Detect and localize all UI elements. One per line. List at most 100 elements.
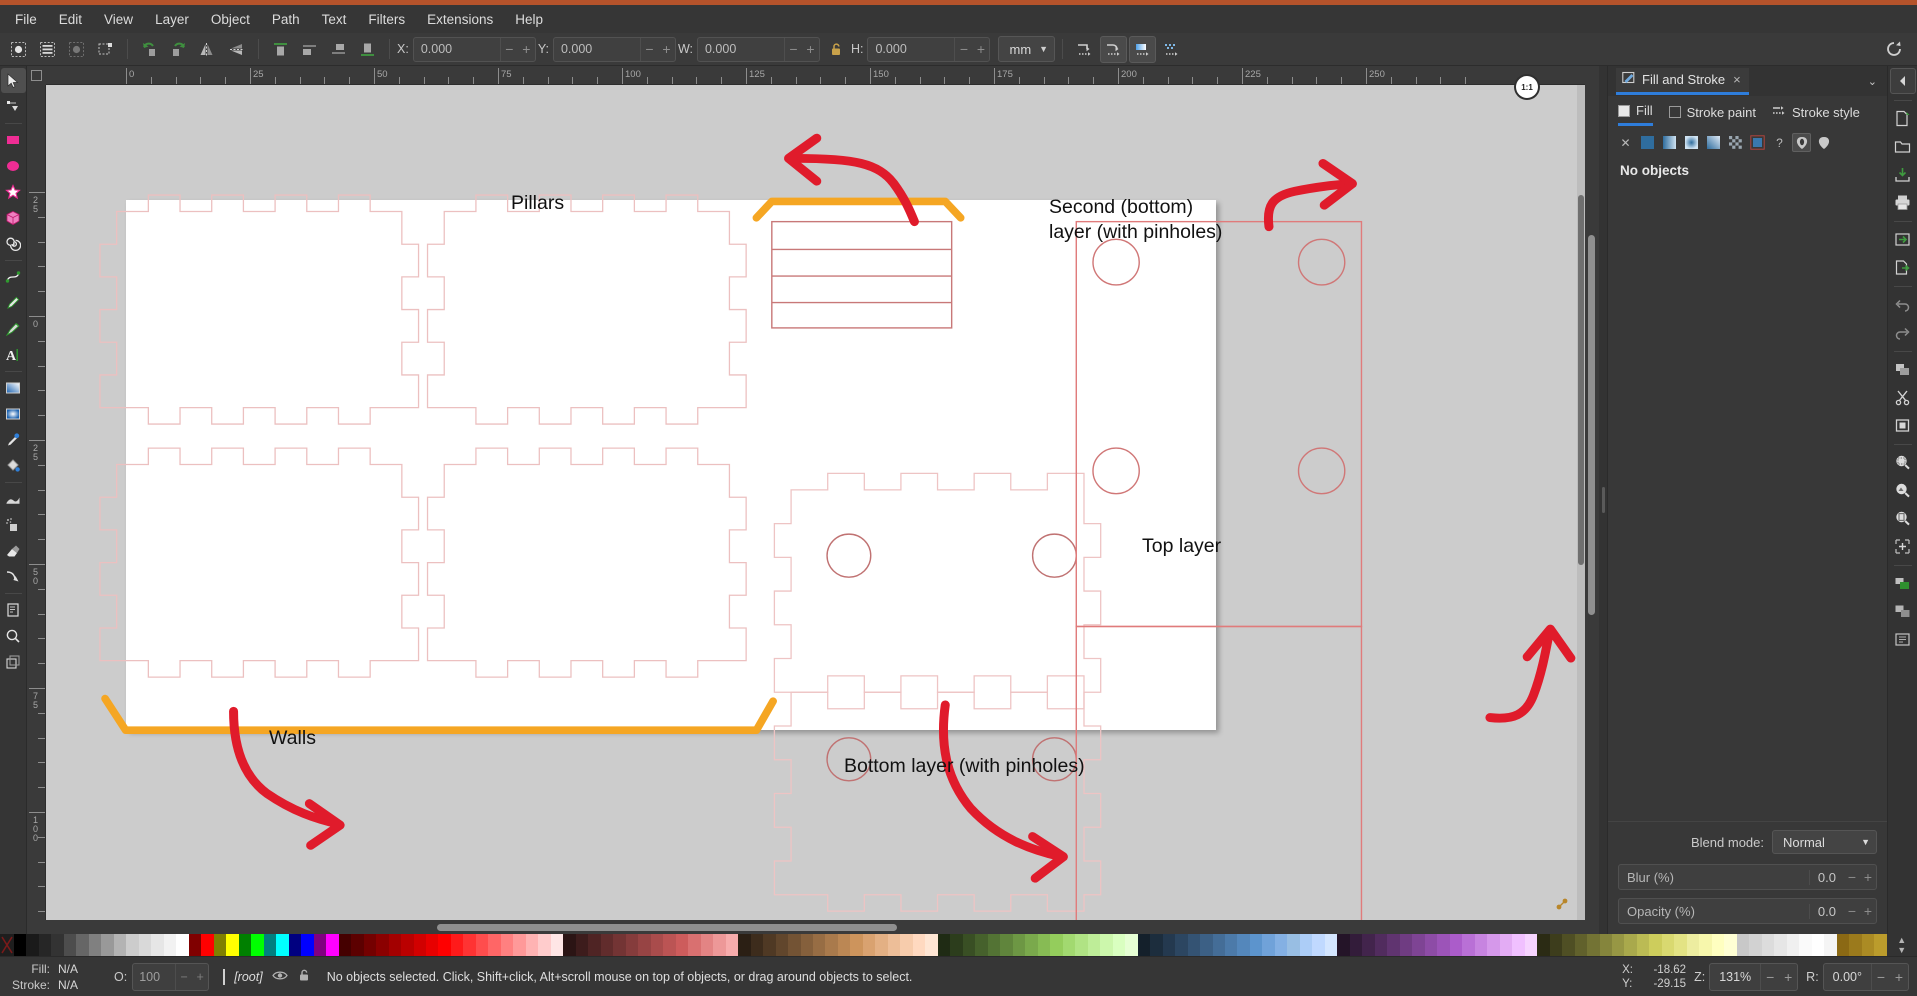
palette-swatch[interactable] <box>588 934 601 956</box>
palette-swatch[interactable] <box>1312 934 1325 956</box>
pages-tool[interactable] <box>1 597 26 622</box>
duplicate-icon[interactable] <box>1890 533 1916 559</box>
palette-swatch[interactable] <box>1399 934 1413 956</box>
h-plus[interactable]: + <box>972 38 989 61</box>
palette-swatch[interactable] <box>1786 934 1800 956</box>
palette-swatch[interactable] <box>1200 934 1213 956</box>
palette-swatch[interactable] <box>1612 934 1625 956</box>
palette-swatch[interactable] <box>613 934 626 956</box>
y-value[interactable]: 0.000 <box>554 42 640 56</box>
blur-slider[interactable]: Blur (%) 0.0 − + <box>1618 864 1877 890</box>
lock-open-icon[interactable] <box>297 968 311 985</box>
x-value[interactable]: 0.000 <box>414 42 500 56</box>
x-stepper[interactable]: − + <box>499 37 535 61</box>
palette-swatch[interactable] <box>1512 934 1525 956</box>
save-document-icon[interactable] <box>1890 161 1916 187</box>
blur-value[interactable]: 0.0 <box>1808 869 1844 885</box>
palette-swatch[interactable] <box>700 934 714 956</box>
palette-swatch[interactable] <box>1087 934 1101 956</box>
palette-swatch[interactable] <box>1874 934 1887 956</box>
palette-swatch[interactable] <box>1100 934 1113 956</box>
selector-tool[interactable] <box>0 68 26 93</box>
w-stepper[interactable]: − + <box>783 37 819 61</box>
blend-mode-select[interactable]: Normal ▼ <box>1772 830 1877 854</box>
zoom-page-icon[interactable] <box>1890 505 1916 531</box>
affect-patterns-icon[interactable] <box>1158 36 1185 63</box>
palette-swatch[interactable] <box>912 934 926 956</box>
lock-open-icon[interactable] <box>823 36 850 63</box>
palette-swatch[interactable] <box>176 934 189 956</box>
palette-swatch[interactable] <box>663 934 676 956</box>
x-plus[interactable]: + <box>518 38 535 61</box>
palette-scroll-buttons[interactable]: ▲ ▼ <box>1886 934 1917 956</box>
palette-swatch[interactable] <box>1262 934 1275 956</box>
palette-swatch[interactable] <box>1487 934 1500 956</box>
copy-icon[interactable] <box>1890 356 1916 382</box>
dropper-tool[interactable] <box>1 427 26 452</box>
palette-swatch[interactable] <box>1337 934 1350 956</box>
palette-swatch[interactable] <box>76 934 89 956</box>
calligraphy-tool[interactable] <box>1 316 26 341</box>
palette-swatch[interactable] <box>1636 934 1650 956</box>
y-minus[interactable]: − <box>641 38 658 61</box>
palette-swatch[interactable] <box>1274 934 1288 956</box>
palette-swatch[interactable] <box>138 934 152 956</box>
palette-swatch[interactable] <box>1711 934 1725 956</box>
palette-swatch[interactable] <box>1587 934 1600 956</box>
vertical-scrollbar[interactable] <box>1585 85 1599 920</box>
palette-swatch[interactable] <box>1849 934 1862 956</box>
palette-swatch[interactable] <box>413 934 426 956</box>
palette-swatch[interactable] <box>126 934 139 956</box>
select-all-in-layers-icon[interactable] <box>34 36 61 63</box>
menu-view[interactable]: View <box>93 8 144 31</box>
palette-swatch[interactable] <box>1349 934 1363 956</box>
y-spinbox[interactable]: 0.000 − + <box>552 36 676 62</box>
palette-swatch[interactable] <box>163 934 177 956</box>
palette-swatch[interactable] <box>1212 934 1225 956</box>
opacity-stepper[interactable]: − + <box>1844 903 1876 919</box>
palette-swatch[interactable] <box>1562 934 1575 956</box>
palette-swatch[interactable] <box>1761 934 1775 956</box>
palette-swatch[interactable] <box>338 934 352 956</box>
palette-swatch[interactable] <box>887 934 901 956</box>
palette-swatch[interactable] <box>1861 934 1875 956</box>
palette-swatch[interactable] <box>987 934 1001 956</box>
palette-swatch[interactable] <box>1724 934 1737 956</box>
swatch-icon[interactable] <box>1748 133 1767 152</box>
palette-swatch[interactable] <box>363 934 377 956</box>
zoom-selection-icon[interactable] <box>1890 449 1916 475</box>
palette-swatch[interactable] <box>638 934 651 956</box>
unknown-paint-icon[interactable]: ? <box>1770 133 1789 152</box>
palette-swatch[interactable] <box>1799 934 1812 956</box>
palette-swatch[interactable] <box>713 934 726 956</box>
raise-to-top-icon[interactable] <box>267 36 294 63</box>
tweak-tool[interactable] <box>1 486 26 511</box>
redo-icon[interactable] <box>1890 319 1916 345</box>
palette-swatch[interactable] <box>238 934 252 956</box>
close-icon[interactable]: × <box>1733 72 1741 87</box>
palette-swatch[interactable] <box>1162 934 1176 956</box>
mesh-tool[interactable] <box>1 401 26 426</box>
palette-swatch[interactable] <box>538 934 551 956</box>
rotation-stepper[interactable]: − + <box>1871 963 1908 990</box>
rotate-ccw-icon[interactable] <box>136 36 163 63</box>
palette-swatch[interactable] <box>1362 934 1375 956</box>
layer-name[interactable]: [root] <box>234 970 263 984</box>
rotate-cw-icon[interactable] <box>165 36 192 63</box>
deselect-icon[interactable] <box>63 36 90 63</box>
palette-swatch[interactable] <box>1025 934 1038 956</box>
blur-stepper[interactable]: − + <box>1844 869 1876 885</box>
group-icon[interactable] <box>1890 570 1916 596</box>
palette-swatch[interactable] <box>1062 934 1076 956</box>
palette-swatch[interactable] <box>1187 934 1201 956</box>
palette-swatch[interactable] <box>251 934 264 956</box>
palette-swatch[interactable] <box>550 934 564 956</box>
palette-swatch[interactable] <box>875 934 888 956</box>
palette-swatch[interactable] <box>1824 934 1837 956</box>
chevron-down-icon[interactable]: ▼ <box>1897 945 1906 955</box>
palette-swatch[interactable] <box>1474 934 1488 956</box>
palette-swatch[interactable] <box>276 934 289 956</box>
menu-extensions[interactable]: Extensions <box>416 8 504 31</box>
palette-swatch[interactable] <box>525 934 539 956</box>
w-spinbox[interactable]: 0.000 − + <box>696 36 820 62</box>
